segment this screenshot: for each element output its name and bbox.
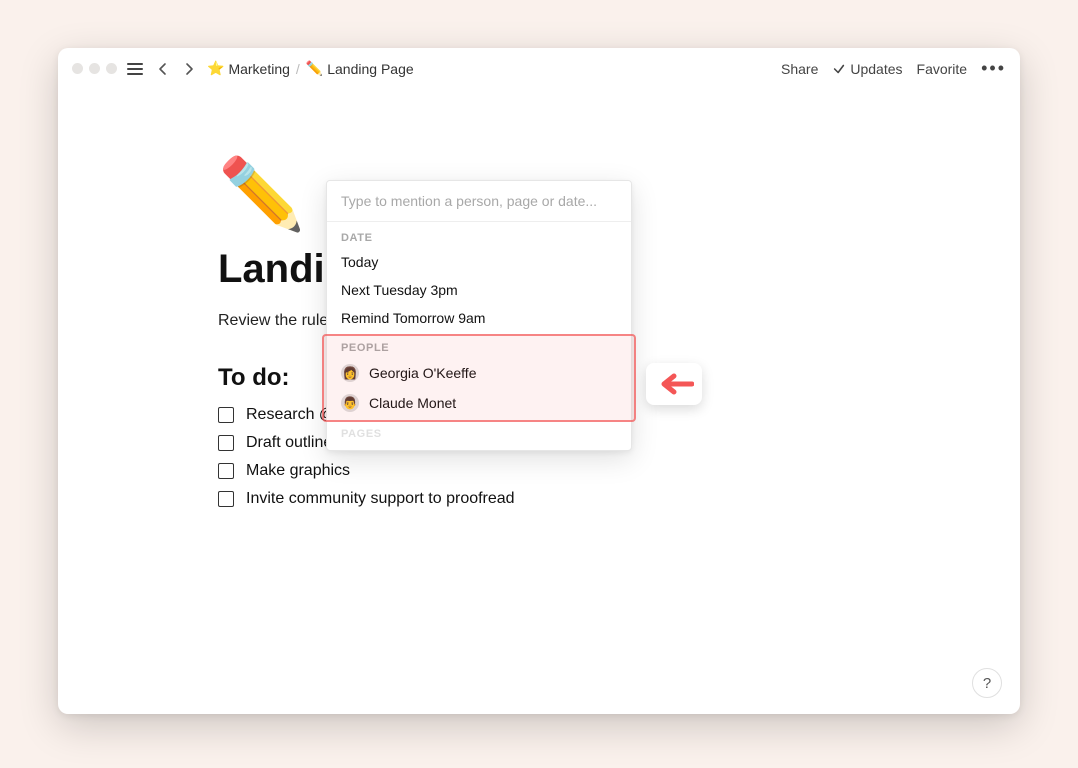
breadcrumb-parent-label: Marketing xyxy=(228,61,289,77)
more-menu-button[interactable]: ••• xyxy=(981,58,1006,79)
mention-input[interactable] xyxy=(327,181,631,222)
checkbox[interactable] xyxy=(218,435,234,451)
todo-label: Research @ xyxy=(246,406,335,424)
window-controls xyxy=(72,63,117,74)
breadcrumb-parent[interactable]: ⭐ Marketing xyxy=(207,60,290,77)
check-icon xyxy=(832,62,846,76)
todo-label: Invite community support to proofread xyxy=(246,490,515,508)
topbar: ⭐ Marketing / ✏️ Landing Page Share Upda… xyxy=(58,48,1020,89)
mention-person-claude[interactable]: 👨 Claude Monet xyxy=(327,388,631,418)
mention-date-next-tuesday[interactable]: Next Tuesday 3pm xyxy=(327,276,631,304)
help-button[interactable]: ? xyxy=(972,668,1002,698)
breadcrumb-separator: / xyxy=(296,61,300,77)
updates-label: Updates xyxy=(850,61,902,77)
avatar-icon: 👨 xyxy=(341,394,359,412)
checkbox[interactable] xyxy=(218,491,234,507)
mention-date-remind-tomorrow[interactable]: Remind Tomorrow 9am xyxy=(327,304,631,332)
todo-label: Draft outline xyxy=(246,434,332,452)
nav-arrows xyxy=(153,59,199,79)
mention-date-today[interactable]: Today xyxy=(327,248,631,276)
breadcrumb: ⭐ Marketing / ✏️ Landing Page xyxy=(207,60,414,77)
todo-label: Make graphics xyxy=(246,462,350,480)
app-window: ⭐ Marketing / ✏️ Landing Page Share Upda… xyxy=(58,48,1020,714)
arrow-left-icon xyxy=(654,371,694,397)
todo-item[interactable]: Invite community support to proofread xyxy=(218,490,860,508)
checkbox[interactable] xyxy=(218,407,234,423)
popup-section-people-label: PEOPLE xyxy=(327,332,631,358)
avatar-icon: 👩 xyxy=(341,364,359,382)
share-button[interactable]: Share xyxy=(781,61,818,77)
todo-item[interactable]: Make graphics xyxy=(218,462,860,480)
forward-button[interactable] xyxy=(179,59,199,79)
pencil-icon: ✏️ xyxy=(306,60,323,77)
back-button[interactable] xyxy=(153,59,173,79)
checkbox[interactable] xyxy=(218,463,234,479)
mention-person-georgia[interactable]: 👩 Georgia O'Keeffe xyxy=(327,358,631,388)
traffic-light-maximize[interactable] xyxy=(106,63,117,74)
favorite-button[interactable]: Favorite xyxy=(917,61,968,77)
menu-icon[interactable] xyxy=(127,63,143,75)
traffic-light-close[interactable] xyxy=(72,63,83,74)
popup-section-date-label: DATE xyxy=(327,222,631,248)
annotation-arrow xyxy=(646,363,702,405)
updates-button[interactable]: Updates xyxy=(832,61,902,77)
popup-section-pages-label: PAGES xyxy=(327,418,631,450)
top-actions: Share Updates Favorite ••• xyxy=(781,58,1006,79)
mention-popup: DATE Today Next Tuesday 3pm Remind Tomor… xyxy=(326,180,632,451)
star-icon: ⭐ xyxy=(207,60,224,77)
breadcrumb-page[interactable]: ✏️ Landing Page xyxy=(306,60,414,77)
breadcrumb-page-label: Landing Page xyxy=(327,61,413,77)
traffic-light-minimize[interactable] xyxy=(89,63,100,74)
